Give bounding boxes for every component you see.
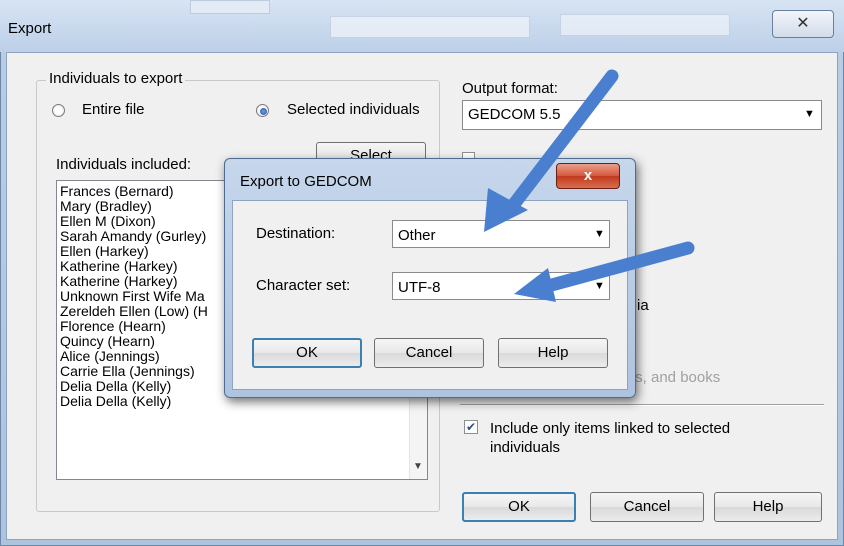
destination-label: Destination: [256, 225, 336, 242]
ok-button[interactable]: OK [462, 492, 576, 522]
separator [460, 404, 824, 406]
list-item[interactable]: Delia Della (Kelly) [60, 394, 171, 409]
gedcom-dialog-title: Export to GEDCOM [240, 173, 372, 190]
help-button[interactable]: Help [714, 492, 822, 522]
list-item[interactable]: Unknown First Wife Ma [60, 289, 205, 304]
checkmark-icon: ✔ [465, 420, 477, 434]
selected-individuals-radio[interactable] [256, 104, 269, 117]
close-button[interactable]: ✕ [772, 10, 834, 38]
list-item[interactable]: Katherine (Harkey) [60, 274, 178, 289]
include-linked-label[interactable]: Include only items linked to selected in… [490, 419, 790, 457]
output-format-label: Output format: [462, 80, 558, 97]
list-item[interactable]: Carrie Ella (Jennings) [60, 364, 195, 379]
charset-label: Character set: [256, 277, 351, 294]
list-item[interactable]: Florence (Hearn) [60, 319, 166, 334]
individuals-included-label: Individuals included: [56, 156, 192, 173]
background-window-fragment [560, 14, 730, 36]
include-linked-checkbox[interactable]: ✔ [464, 420, 478, 434]
list-item[interactable]: Katherine (Harkey) [60, 259, 178, 274]
list-item[interactable]: Delia Della (Kelly) [60, 379, 171, 394]
list-item[interactable]: Mary (Bradley) [60, 199, 152, 214]
gedcom-ok-button[interactable]: OK [252, 338, 362, 368]
entire-file-radio[interactable] [52, 104, 65, 117]
selected-individuals-label[interactable]: Selected individuals [287, 101, 420, 118]
list-item[interactable]: Alice (Jennings) [60, 349, 160, 364]
destination-value[interactable]: Other [398, 227, 436, 244]
cancel-button[interactable]: Cancel [590, 492, 704, 522]
background-window-fragment [330, 16, 530, 38]
scroll-down-arrow-icon[interactable]: ▼ [413, 461, 423, 472]
chevron-down-icon[interactable]: ▼ [804, 108, 815, 120]
chevron-down-icon[interactable]: ▼ [594, 228, 605, 240]
window-title: Export [8, 20, 52, 37]
list-item[interactable]: Zereldeh Ellen (Low) (H [60, 304, 208, 319]
option-label-partial: rts, and books [626, 369, 721, 386]
gedcom-cancel-button[interactable]: Cancel [374, 338, 484, 368]
list-item[interactable]: Quincy (Hearn) [60, 334, 155, 349]
chevron-down-icon[interactable]: ▼ [594, 280, 605, 292]
gedcom-help-button[interactable]: Help [498, 338, 608, 368]
list-item[interactable]: Frances (Bernard) [60, 184, 174, 199]
charset-value[interactable]: UTF-8 [398, 279, 441, 296]
gedcom-close-button[interactable]: x [556, 163, 620, 189]
list-item[interactable]: Ellen (Harkey) [60, 244, 149, 259]
list-item[interactable]: Sarah Amandy (Gurley) [60, 229, 206, 244]
output-format-value[interactable]: GEDCOM 5.5 [468, 106, 561, 123]
entire-file-label[interactable]: Entire file [82, 101, 145, 118]
group-title: Individuals to export [46, 70, 186, 87]
background-window-fragment [190, 0, 270, 14]
list-item[interactable]: Ellen M (Dixon) [60, 214, 156, 229]
